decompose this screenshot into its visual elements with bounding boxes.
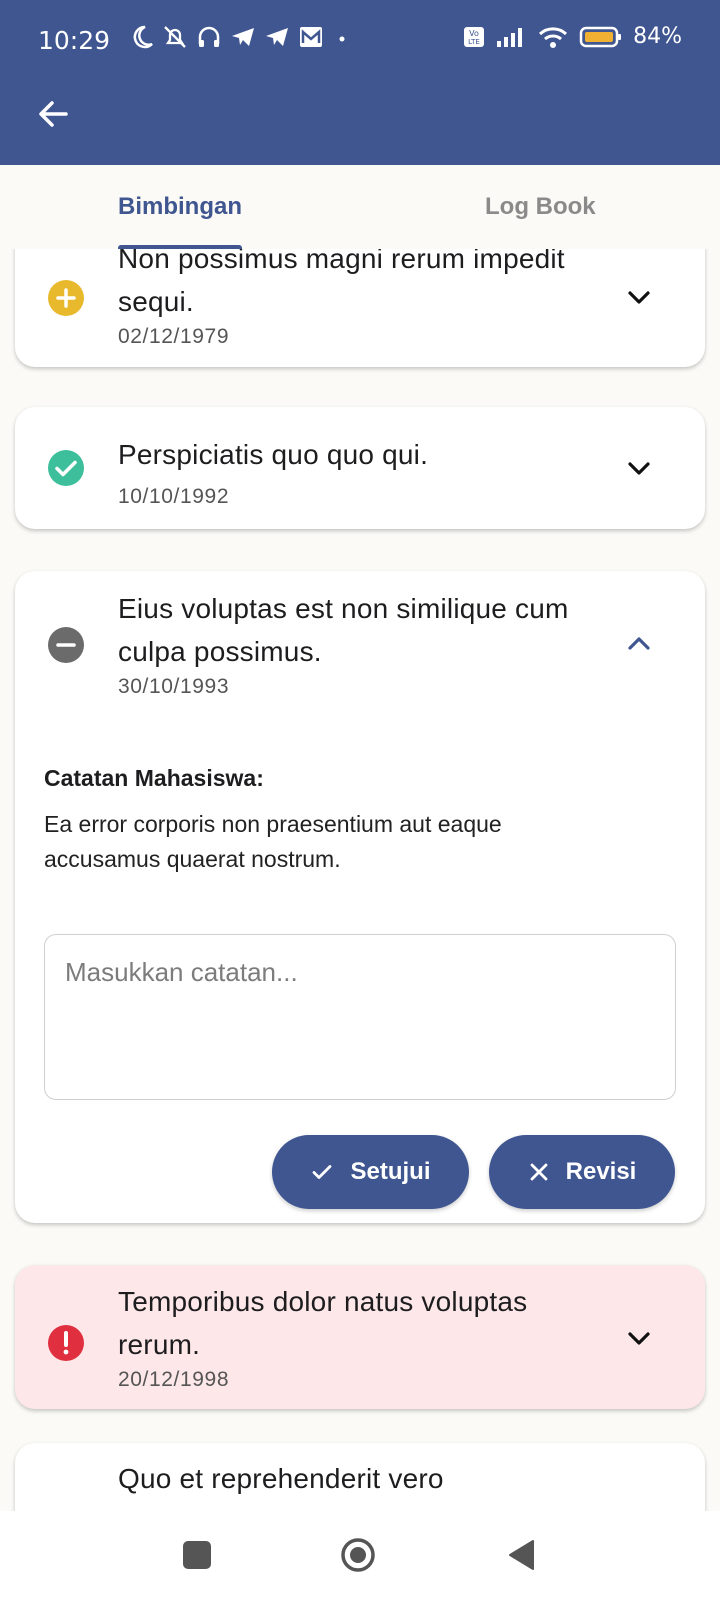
student-notes-label: Catatan Mahasiswa:	[44, 765, 264, 791]
volte-icon: VoLTE	[464, 26, 485, 47]
telegram-icon	[232, 28, 254, 46]
approve-button[interactable]: Setujui	[272, 1135, 469, 1209]
notification-icons	[130, 24, 352, 50]
card-title: Non possimus magni rerum impedit sequi.	[118, 249, 565, 317]
guidance-list: Non possimus magni rerum impedit sequi. …	[0, 249, 720, 1511]
tab-log-book[interactable]: Log Book	[485, 193, 596, 221]
back-arrow-icon[interactable]	[32, 92, 76, 136]
approve-label: Setujui	[350, 1158, 431, 1185]
moon-icon	[133, 25, 153, 49]
chevron-up-icon[interactable]	[625, 629, 653, 657]
guidance-card-expanded[interactable]: Eius voluptas est non similique cum culp…	[15, 571, 705, 1223]
check-icon	[313, 1165, 332, 1179]
card-title: Quo et reprehenderit vero	[118, 1463, 444, 1494]
revise-label: Revisi	[565, 1158, 637, 1185]
plus-circle-icon	[48, 280, 84, 316]
chevron-down-icon[interactable]	[625, 284, 653, 312]
guidance-card[interactable]: Non possimus magni rerum impedit sequi. …	[15, 249, 705, 367]
card-title: Perspiciatis quo quo qui.	[118, 439, 429, 470]
wifi-icon	[539, 26, 568, 48]
telegram-icon	[266, 28, 288, 46]
student-notes-text: Ea error corporis non praesentium aut ea…	[44, 811, 502, 872]
system-icons: Vo LTE 84%	[463, 24, 682, 49]
card-date: 02/12/1979	[118, 325, 230, 348]
battery-percentage: 84%	[633, 24, 682, 49]
svg-text:LTE: LTE	[468, 38, 480, 46]
home-icon[interactable]	[340, 1537, 376, 1573]
card-date: 10/10/1992	[118, 485, 230, 508]
card-title: Temporibus dolor natus voluptas rerum.	[118, 1286, 528, 1360]
guidance-card[interactable]: Perspiciatis quo quo qui. 10/10/1992	[15, 407, 705, 529]
status-time: 10:29	[38, 26, 111, 55]
tab-bar: Bimbingan Log Book	[0, 165, 720, 249]
app-bar: 10:29 Vo LTE 84%	[0, 0, 720, 165]
status-bar: 10:29 Vo LTE 84%	[0, 0, 720, 84]
alert-circle-icon	[48, 1325, 84, 1361]
card-date: 20/12/1998	[118, 1368, 230, 1391]
svg-text:Vo: Vo	[469, 29, 479, 38]
bell-off-icon	[164, 26, 186, 48]
chevron-down-icon[interactable]	[625, 455, 653, 483]
revise-button[interactable]: Revisi	[489, 1135, 675, 1209]
signal-icon	[497, 27, 523, 47]
guidance-card[interactable]: Quo et reprehenderit vero	[15, 1443, 705, 1511]
check-circle-icon	[48, 450, 84, 486]
guidance-card[interactable]: Temporibus dolor natus voluptas rerum. 2…	[15, 1265, 705, 1409]
minus-circle-icon	[48, 627, 84, 663]
dot-icon	[339, 36, 345, 42]
tab-bimbingan[interactable]: Bimbingan	[118, 193, 242, 221]
chevron-down-icon[interactable]	[625, 1325, 653, 1353]
note-input[interactable]	[44, 934, 676, 1100]
recent-apps-icon[interactable]	[183, 1541, 211, 1569]
headphones-icon	[198, 26, 220, 47]
back-triangle-icon[interactable]	[506, 1538, 536, 1572]
card-date: 30/10/1993	[118, 675, 230, 698]
close-icon	[530, 1163, 548, 1181]
battery-icon	[579, 26, 622, 47]
card-title: Eius voluptas est non similique cum culp…	[118, 593, 569, 667]
gmail-icon	[300, 27, 322, 47]
